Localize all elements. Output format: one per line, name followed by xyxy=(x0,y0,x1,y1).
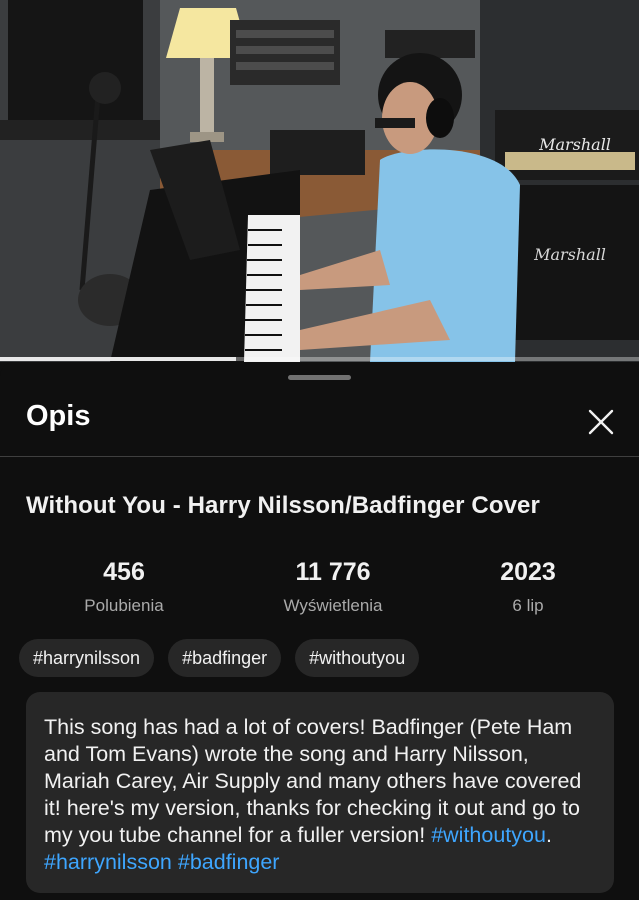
amp-logo: Marshall xyxy=(533,245,606,264)
views-stat: 11 776 Wyświetlenia xyxy=(233,558,433,616)
date-stat: 2023 6 lip xyxy=(428,558,628,616)
description-box[interactable]: This song has had a lot of covers! Badfi… xyxy=(26,692,614,893)
drag-handle[interactable] xyxy=(288,375,351,380)
views-label: Wyświetlenia xyxy=(283,596,383,615)
hashtag-link[interactable]: #harrynilsson xyxy=(44,850,172,874)
hashtag-link[interactable]: #badfinger xyxy=(178,850,280,874)
likes-count: 456 xyxy=(103,558,145,586)
upload-day: 6 lip xyxy=(512,596,544,615)
video-progress-bar[interactable] xyxy=(0,357,639,361)
close-button[interactable] xyxy=(585,406,617,438)
likes-stat: 456 Polubienia xyxy=(24,558,224,616)
description-text: This song has had a lot of covers! Badfi… xyxy=(44,714,596,876)
close-icon xyxy=(588,409,614,435)
sheet-header: Opis xyxy=(0,390,639,456)
hashtag-chips: #harrynilsson #badfinger #withoutyou xyxy=(19,639,420,677)
views-count: 11 776 xyxy=(295,558,371,586)
sheet-title: Opis xyxy=(26,400,91,432)
likes-label: Polubienia xyxy=(84,596,164,615)
hashtag-chip[interactable]: #harrynilsson xyxy=(19,639,155,677)
upload-year: 2023 xyxy=(500,558,556,586)
video-frame: Marshall Marshall xyxy=(0,0,639,362)
hashtag-link[interactable]: #withoutyou xyxy=(431,823,546,847)
video-title: Without You - Harry Nilsson/Badfinger Co… xyxy=(26,492,540,519)
hashtag-chip[interactable]: #withoutyou xyxy=(295,639,420,677)
hashtag-chip[interactable]: #badfinger xyxy=(168,639,282,677)
amp-logo: Marshall xyxy=(538,135,611,154)
description-sheet: Opis Without You - Harry Nilsson/Badfing… xyxy=(0,362,639,900)
description-separator: . xyxy=(545,823,552,847)
video-player[interactable]: Marshall Marshall xyxy=(0,0,639,362)
header-divider xyxy=(0,456,639,457)
video-progress-fill xyxy=(0,357,237,361)
